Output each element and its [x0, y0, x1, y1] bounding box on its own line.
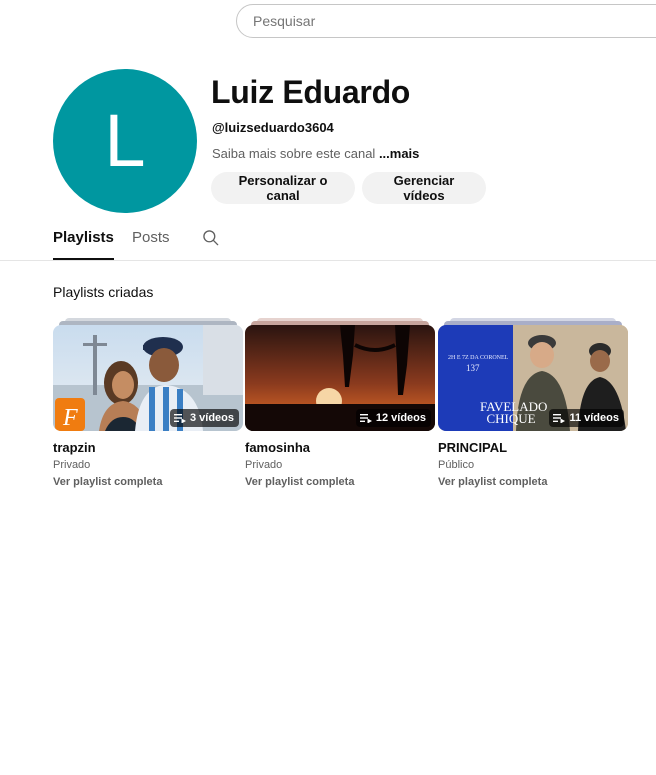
playlist-icon	[359, 414, 372, 423]
avatar: L	[53, 69, 197, 213]
album-cover-logo: FAVELADO CHIQUE	[480, 399, 548, 426]
video-count-label: 3 vídeos	[189, 412, 234, 424]
album-cover-thumbnail[interactable]: 2H E 7Z DA CORONEL 137 FAVELADO CHIQUE 1…	[438, 325, 628, 431]
playlist-title[interactable]: trapzin	[53, 440, 96, 455]
sunset-silhouette-thumbnail[interactable]: 12 vídeos	[245, 325, 435, 431]
about-more-link[interactable]: ...mais	[379, 146, 419, 161]
view-full-playlist-link[interactable]: Ver playlist completa	[438, 476, 547, 488]
section-title: Playlists criadas	[53, 284, 154, 300]
playlist-privacy: Privado	[53, 459, 91, 471]
channel-name: Luiz Eduardo	[211, 74, 411, 110]
channel-about[interactable]: Saiba mais sobre este canal ...mais	[212, 146, 419, 161]
search-icon[interactable]	[201, 228, 221, 248]
playlist-title[interactable]: famosinha	[245, 440, 310, 455]
svg-text:F: F	[62, 405, 78, 431]
video-count-label: 12 vídeos	[375, 412, 426, 424]
album-cover-number: 137	[466, 363, 480, 373]
channel-tabs: Playlists Posts	[0, 222, 656, 261]
channel-handle: @luizseduardo3604	[212, 120, 334, 135]
view-full-playlist-link[interactable]: Ver playlist completa	[53, 476, 162, 488]
customize-channel-button[interactable]: Personalizar o canal	[211, 172, 355, 204]
search-input[interactable]	[236, 4, 656, 38]
video-count-label: 11 vídeos	[569, 412, 619, 424]
playlist-icon	[553, 414, 566, 423]
video-count-badge: 12 vídeos	[355, 409, 431, 427]
album-cover-top-text: 2H E 7Z DA CORONEL	[448, 355, 509, 361]
tab-playlists[interactable]: Playlists	[53, 229, 114, 260]
video-count-badge: 3 vídeos	[169, 409, 239, 427]
playlist-icon	[173, 414, 186, 423]
tab-posts[interactable]: Posts	[132, 229, 170, 246]
photo-couple-thumbnail[interactable]: F 3 vídeos	[53, 325, 243, 431]
view-full-playlist-link[interactable]: Ver playlist completa	[245, 476, 354, 488]
playlist-privacy: Privado	[245, 459, 283, 471]
playlist-title[interactable]: PRINCIPAL	[438, 440, 507, 455]
manage-videos-button[interactable]: Gerenciar vídeos	[362, 172, 486, 204]
playlist-privacy: Público	[438, 459, 475, 471]
video-count-badge: 11 vídeos	[549, 409, 624, 427]
channel-about-text: Saiba mais sobre este canal	[212, 146, 376, 161]
